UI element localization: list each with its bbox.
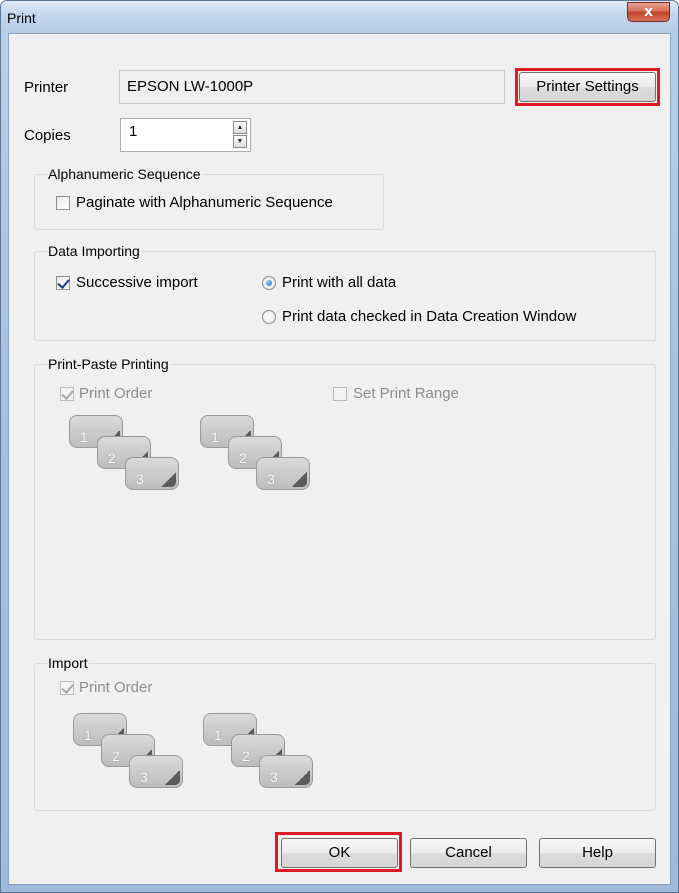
- set-print-range-label[interactable]: Set Print Range: [353, 385, 459, 402]
- ok-button-highlight: [275, 832, 402, 872]
- card-3: 3: [256, 457, 310, 490]
- print-paste-legend: Print-Paste Printing: [47, 356, 170, 372]
- radio-print-checked-data[interactable]: [262, 310, 276, 324]
- card-number: 3: [267, 471, 275, 487]
- print-order-label[interactable]: Print Order: [79, 385, 152, 402]
- paginate-label[interactable]: Paginate with Alphanumeric Sequence: [76, 194, 333, 211]
- card-stack-icon: 1 2 3: [203, 713, 323, 793]
- close-button[interactable]: x: [627, 2, 670, 22]
- cancel-button[interactable]: Cancel: [410, 838, 527, 868]
- card-number: 1: [214, 727, 222, 743]
- card-number: 3: [140, 769, 148, 785]
- printer-name-field: EPSON LW-1000P: [119, 70, 505, 104]
- print-dialog-window: Print x Printer EPSON LW-1000P Printer S…: [0, 0, 679, 893]
- card-number: 2: [112, 748, 120, 764]
- card-stack-icon: 1 2 3: [200, 415, 320, 495]
- card-number: 1: [211, 429, 219, 445]
- data-importing-legend: Data Importing: [47, 243, 141, 259]
- radio-print-all-data[interactable]: [262, 276, 276, 290]
- card-number: 2: [108, 450, 116, 466]
- card-number: 3: [270, 769, 278, 785]
- paginate-checkbox[interactable]: [56, 196, 70, 210]
- card-3: 3: [129, 755, 183, 788]
- copies-label: Copies: [24, 127, 71, 144]
- set-print-range-checkbox[interactable]: [333, 387, 347, 401]
- alphanumeric-legend: Alphanumeric Sequence: [47, 166, 202, 182]
- spin-down-icon[interactable]: ▼: [233, 135, 247, 148]
- successive-import-checkbox[interactable]: [56, 276, 70, 290]
- spin-up-icon[interactable]: ▲: [233, 121, 247, 134]
- card-fold: [161, 472, 176, 487]
- dialog-client-area: Printer EPSON LW-1000P Printer Settings …: [8, 33, 671, 885]
- card-number: 2: [242, 748, 250, 764]
- card-fold: [165, 770, 180, 785]
- copies-input[interactable]: 1 ▲ ▼: [120, 118, 251, 152]
- card-fold: [295, 770, 310, 785]
- card-number: 2: [239, 450, 247, 466]
- card-fold: [292, 472, 307, 487]
- import-print-order-checkbox[interactable]: [60, 681, 74, 695]
- print-all-data-label[interactable]: Print with all data: [282, 274, 396, 291]
- print-order-checkbox[interactable]: [60, 387, 74, 401]
- import-legend: Import: [47, 655, 89, 671]
- printer-settings-highlight: [515, 68, 660, 106]
- successive-import-label[interactable]: Successive import: [76, 274, 198, 291]
- card-number: 1: [84, 727, 92, 743]
- title-bar[interactable]: Print x: [1, 1, 678, 33]
- card-3: 3: [125, 457, 179, 490]
- window-title: Print: [7, 10, 36, 26]
- card-3: 3: [259, 755, 313, 788]
- card-number: 1: [80, 429, 88, 445]
- data-importing-group: [34, 251, 656, 341]
- import-print-order-label[interactable]: Print Order: [79, 679, 152, 696]
- copies-value: 1: [129, 123, 138, 140]
- close-icon: x: [643, 4, 654, 20]
- card-number: 3: [136, 471, 144, 487]
- print-checked-data-label[interactable]: Print data checked in Data Creation Wind…: [282, 308, 576, 325]
- print-paste-group: [34, 364, 656, 640]
- printer-name-value: EPSON LW-1000P: [127, 78, 254, 95]
- printer-label: Printer: [24, 79, 69, 96]
- card-stack-icon: 1 2 3: [69, 415, 189, 495]
- card-stack-icon: 1 2 3: [73, 713, 193, 793]
- help-button[interactable]: Help: [539, 838, 656, 868]
